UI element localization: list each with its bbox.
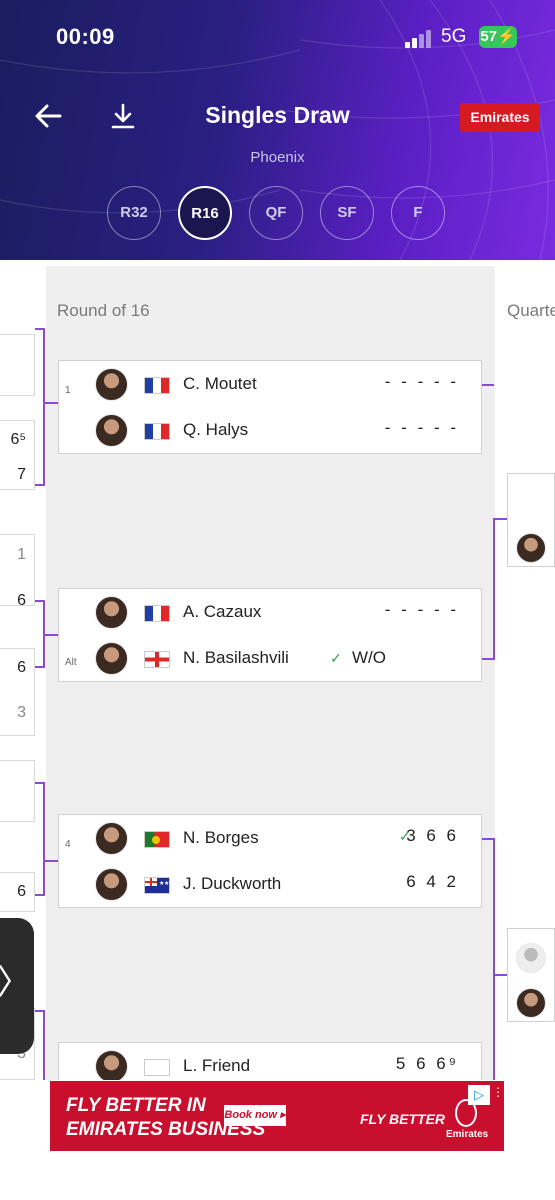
prev-score: 3 [17, 704, 26, 721]
bracket-line [43, 782, 45, 896]
player-avatar [95, 822, 128, 855]
player-score: 6 4 2 [406, 872, 459, 891]
bracket-line [43, 402, 59, 404]
player-name: J. Duckworth [183, 874, 282, 893]
signal-icon [405, 30, 433, 48]
flag-australia-icon [144, 877, 170, 894]
next-round-title: Quarterfinals [507, 301, 555, 320]
round-title: Round of 16 [57, 301, 150, 320]
bracket-line [43, 328, 45, 486]
toolbar: Singles Draw Emirates [0, 96, 555, 140]
player-name: Q. Halys [183, 420, 249, 439]
match-card[interactable]: 4 N. Borges ✓ 3 6 6 J. Duckworth 6 4 2 [58, 814, 482, 908]
flag-france-icon [144, 605, 170, 622]
ad-tagline: FLY BETTER [360, 1111, 446, 1127]
player-avatar [516, 988, 546, 1018]
ad-book-now-button[interactable]: Book now ▸ [224, 1105, 286, 1126]
flag-georgia-icon [144, 651, 170, 668]
tab-r16[interactable]: R16 [178, 186, 232, 240]
prev-round-match[interactable] [0, 334, 35, 396]
prev-round-match[interactable] [0, 760, 35, 822]
bracket-line [493, 974, 507, 976]
app-header: 00:09 5G 57⚡ Singles Draw Emirates Phoen… [0, 0, 555, 260]
qf-match-card[interactable] [507, 928, 555, 1022]
bracket-line [482, 658, 494, 660]
tab-r32[interactable]: R32 [107, 186, 161, 240]
player-avatar [95, 868, 128, 901]
player-name: N. Borges [183, 828, 259, 847]
ad-menu-icon[interactable]: ⋮ [492, 1085, 504, 1105]
bracket-line [43, 1010, 45, 1080]
prev-score: 6 [17, 659, 26, 676]
tab-f[interactable]: F [391, 186, 445, 240]
player-name: N. Basilashvili [183, 648, 289, 667]
player-name: L. Friend [183, 1056, 251, 1075]
player-name: C. Moutet [183, 374, 257, 393]
tab-qf[interactable]: QF [249, 186, 303, 240]
player-score: - - - - - [384, 372, 459, 391]
bracket-line [493, 518, 495, 660]
sponsor-logo[interactable]: Emirates [460, 103, 540, 132]
prev-score: 1 [17, 546, 26, 563]
bracket-line [493, 518, 507, 520]
player-row[interactable]: Q. Halys - - - - - [59, 407, 481, 453]
flag-portugal-icon [144, 831, 170, 848]
player-row[interactable]: J. Duckworth 6 4 2 [59, 861, 481, 907]
clock: 00:09 [56, 24, 115, 49]
bracket-line [493, 838, 495, 1080]
winner-check-icon: ✓ [330, 650, 342, 666]
player-avatar [516, 533, 546, 563]
prev-round-match[interactable]: 6 [0, 872, 35, 912]
prev-score: 7 [17, 466, 26, 483]
player-avatar [95, 596, 128, 629]
bracket-line [43, 860, 59, 862]
player-avatar [95, 368, 128, 401]
bracket-line [43, 634, 59, 636]
battery-level: 57 [480, 28, 497, 45]
flag-france-icon [144, 377, 170, 394]
prev-round-match[interactable]: 6 3 [0, 648, 35, 736]
draw-bracket[interactable]: Round of 16 Quarterfinals 6⁵ 7 1 6 6 3 6… [0, 260, 555, 1080]
prev-score: 6 [17, 883, 26, 900]
player-row[interactable]: N. Basilashvili ✓ W/O [59, 635, 481, 681]
player-avatar [95, 1050, 128, 1080]
placeholder-avatar-icon [516, 943, 546, 973]
network-type: 5G [441, 26, 467, 47]
match-card[interactable]: L. Friend 5 6 6⁹ [58, 1042, 482, 1080]
bracket-line [35, 666, 45, 668]
prev-round-match[interactable]: 1 6 [0, 534, 35, 609]
status-bar: 00:09 5G 57⚡ [0, 22, 555, 56]
adchoices-icon[interactable]: ▷ [468, 1085, 490, 1105]
player-row[interactable]: N. Borges ✓ 3 6 6 [59, 815, 481, 861]
player-score: - - - - - [384, 418, 459, 437]
prev-score: 6 [17, 592, 26, 609]
tab-sf[interactable]: SF [320, 186, 374, 240]
walkover-label: W/O [352, 648, 386, 667]
tournament-location: Phoenix [250, 149, 305, 166]
player-row[interactable]: L. Friend 5 6 6⁹ [59, 1043, 481, 1080]
battery-icon: 57⚡ [479, 26, 517, 48]
player-score: 5 6 6⁹ [395, 1054, 459, 1073]
player-avatar [95, 642, 128, 675]
ad-brand: Emirates [446, 1129, 489, 1140]
bottom-safe-area [0, 1152, 555, 1200]
bracket-line [35, 484, 45, 486]
player-avatar [95, 414, 128, 447]
flag-france-icon [144, 423, 170, 440]
player-score: - - - - - [384, 600, 459, 619]
match-card[interactable]: Alt A. Cazaux - - - - - N. Basilashvili … [58, 588, 482, 682]
bracket-line [35, 894, 45, 896]
flag-icon [144, 1059, 170, 1076]
expand-panel-button[interactable]: 〉 [0, 918, 34, 1054]
bracket-line [482, 384, 494, 386]
player-row[interactable]: A. Cazaux - - - - - [59, 589, 481, 635]
player-name: A. Cazaux [183, 602, 262, 621]
ad-banner[interactable]: FLY BETTER IN EMIRATES BUSINESS Book now… [50, 1081, 504, 1151]
prev-round-match[interactable]: 6⁵ 7 [0, 420, 35, 490]
prev-score: 6⁵ [10, 431, 26, 448]
match-card[interactable]: 1 C. Moutet - - - - - Q. Halys - - - - - [58, 360, 482, 454]
player-row[interactable]: C. Moutet - - - - - [59, 361, 481, 407]
player-score: 3 6 6 [406, 826, 459, 845]
qf-match-card[interactable] [507, 473, 555, 567]
